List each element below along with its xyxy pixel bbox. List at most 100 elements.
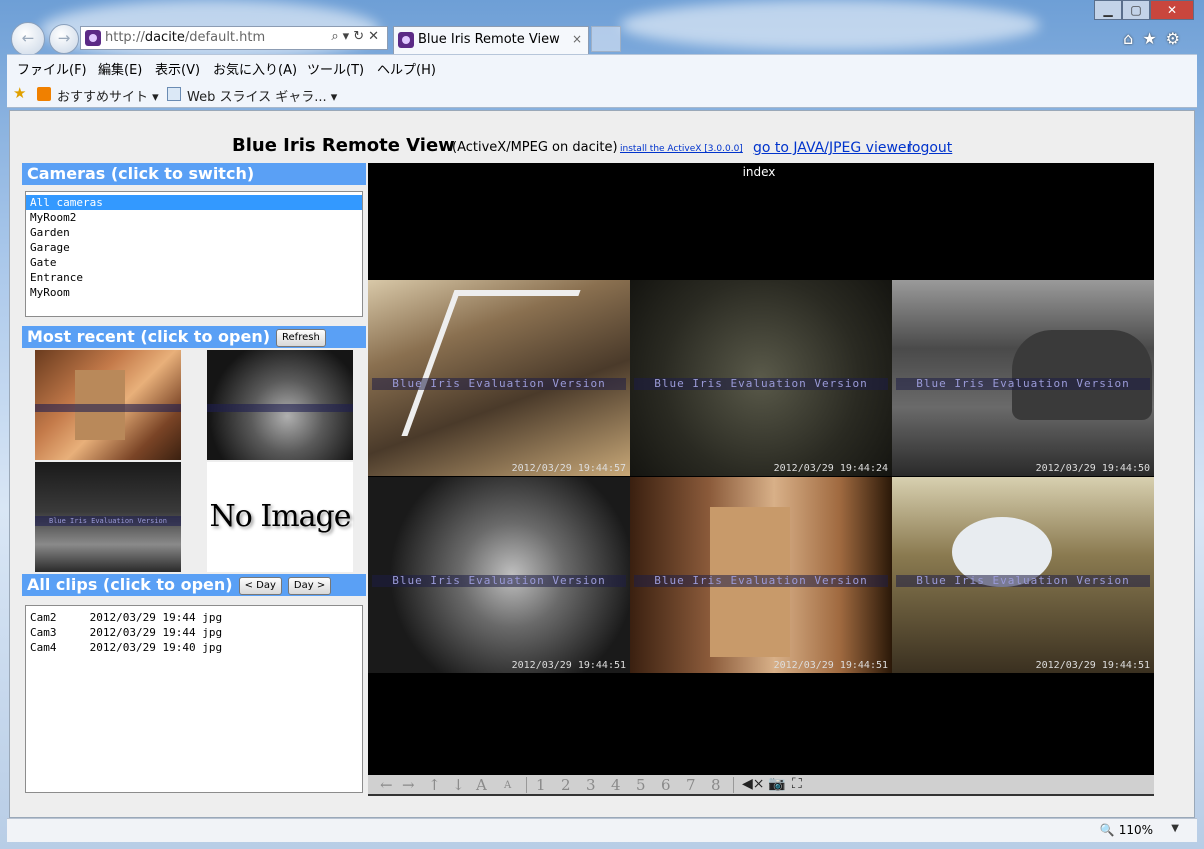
eval-watermark: Blue Iris Evaluation Version [634,575,888,587]
camera-timestamp: 2012/03/29 19:44:57 [511,463,626,474]
camera-viewer[interactable]: index Blue Iris Evaluation Version 2012/… [368,163,1154,796]
pan-up-button[interactable]: ↑ [428,776,441,794]
clip-camera: Cam3 [30,626,57,639]
menu-edit[interactable]: 編集(E) [98,59,142,78]
fullscreen-icon[interactable]: ⛶ [792,776,802,792]
preset-1-button[interactable]: 1 [536,776,546,794]
address-url[interactable]: http://dacite/default.htm [105,30,265,45]
address-bar[interactable]: http://dacite/default.htm ⌕▾↻✕ [80,26,388,50]
zoom-value: 110% [1118,823,1153,837]
close-window-button[interactable]: ✕ [1150,0,1194,20]
menu-view[interactable]: 表示(V) [155,59,200,78]
no-image-placeholder[interactable]: No Image [207,462,353,572]
clip-row[interactable]: Cam4 2012/03/29 19:40 jpg [26,640,362,655]
camera-cell[interactable]: Blue Iris Evaluation Version 2012/03/29 … [368,477,630,673]
forward-button[interactable]: → [49,24,79,54]
recent-thumbnail[interactable]: Blue Iris Evaluation Version [35,462,181,572]
recent-thumbnail[interactable] [35,350,181,460]
url-path: /default.htm [184,30,266,45]
favorites-bar: ★ おすすめサイト ▾ Web スライス ギャラ... ▾ [7,80,1197,108]
zoom-out-button[interactable]: A [504,780,511,791]
minimize-button[interactable]: ▁ [1094,0,1122,20]
eval-watermark: Blue Iris Evaluation Version [372,575,626,587]
stop-icon[interactable]: ✕ [368,29,383,44]
zoom-dropdown-icon[interactable]: ▼ [1171,823,1179,834]
prev-day-button[interactable]: < Day [238,576,282,595]
zoom-icon: 🔍 [1099,823,1115,837]
star-icon[interactable]: ★ [1142,29,1165,48]
menu-help[interactable]: ヘルプ(H) [377,59,436,78]
refresh-button[interactable]: Refresh [276,328,326,347]
camera-item-garden[interactable]: Garden [26,225,362,240]
camera-timestamp: 2012/03/29 19:44:24 [773,463,888,474]
menu-file[interactable]: ファイル(F) [17,59,87,78]
zoom-level[interactable]: 🔍 110% [1100,823,1153,837]
preset-5-button[interactable]: 5 [636,776,646,794]
home-icon[interactable]: ⌂ [1123,29,1142,48]
install-activex-link[interactable]: install the ActiveX [3.0.0.0] [620,144,743,154]
tab-blue-iris[interactable]: Blue Iris Remote View × [393,26,589,54]
tab-close-icon[interactable]: × [572,32,582,46]
thumb-eval-bar [207,404,353,412]
camera-item-garage[interactable]: Garage [26,240,362,255]
gear-icon[interactable]: ⚙ [1166,29,1189,48]
cell-car-shape [1012,330,1152,420]
preset-4-button[interactable]: 4 [611,776,621,794]
menu-tools[interactable]: ツール(T) [307,59,364,78]
maximize-button[interactable]: ▢ [1122,0,1150,20]
camera-timestamp: 2012/03/29 19:44:51 [1035,660,1150,671]
menu-bar: ファイル(F) 編集(E) 表示(V) お気に入り(A) ツール(T) ヘルプ(… [7,54,1197,80]
recent-header: Most recent (click to open) Refresh [22,326,366,348]
favorites-star-icon[interactable]: ★ [13,84,26,102]
refresh-icon[interactable]: ↻ [353,29,368,44]
camera-cell[interactable]: Blue Iris Evaluation Version 2012/03/29 … [368,280,630,476]
clips-header-label: All clips (click to open) [27,575,233,594]
address-actions: ⌕▾↻✕ [331,29,383,44]
clip-type: jpg [202,641,223,654]
clips-list[interactable]: Cam2 2012/03/29 19:44 jpg Cam3 2012/03/2… [25,605,363,793]
camera-snapshot-icon[interactable]: 📷 [768,776,785,792]
clip-row[interactable]: Cam2 2012/03/29 19:44 jpg [26,610,362,625]
tab-title: Blue Iris Remote View [418,32,560,47]
suggested-sites-link[interactable]: おすすめサイト ▾ [57,86,159,105]
camera-item-entrance[interactable]: Entrance [26,270,362,285]
camera-cell[interactable]: Blue Iris Evaluation Version 2012/03/29 … [630,477,892,673]
camera-item-myroom[interactable]: MyRoom [26,285,362,300]
browser-toolbar: ← → http://dacite/default.htm ⌕▾↻✕ Blue … [7,0,1197,56]
new-tab-button[interactable] [591,26,621,52]
preset-3-button[interactable]: 3 [586,776,596,794]
clip-type: jpg [202,626,223,639]
pan-down-button[interactable]: ↓ [452,776,465,794]
mute-icon[interactable]: ◀× [742,776,765,792]
back-button[interactable]: ← [11,22,45,56]
clip-row[interactable]: Cam3 2012/03/29 19:44 jpg [26,625,362,640]
camera-cell[interactable]: Blue Iris Evaluation Version 2012/03/29 … [630,280,892,476]
pan-left-button[interactable]: ← [380,776,393,794]
camera-cell[interactable]: Blue Iris Evaluation Version 2012/03/29 … [892,280,1154,476]
java-viewer-link[interactable]: go to JAVA/JPEG viewer [753,140,912,156]
preset-6-button[interactable]: 6 [661,776,671,794]
clip-camera: Cam2 [30,611,57,624]
cameras-header-label: Cameras (click to switch) [27,164,255,183]
preset-8-button[interactable]: 8 [711,776,721,794]
camera-cell[interactable]: Blue Iris Evaluation Version 2012/03/29 … [892,477,1154,673]
zoom-in-button[interactable]: A [476,776,487,794]
next-day-button[interactable]: Day > [287,576,332,595]
recent-thumbnail[interactable] [207,350,353,460]
camera-list[interactable]: All cameras MyRoom2 Garden Garage Gate E… [25,191,363,317]
pan-right-button[interactable]: → [402,776,415,794]
menu-favorites[interactable]: お気に入り(A) [213,59,297,78]
camera-item-gate[interactable]: Gate [26,255,362,270]
preset-2-button[interactable]: 2 [561,776,571,794]
dropdown-icon[interactable]: ▾ [343,29,354,44]
forward-arrow-icon: → [57,29,71,47]
camera-item-myroom2[interactable]: MyRoom2 [26,210,362,225]
preset-7-button[interactable]: 7 [686,776,696,794]
page-title: Blue Iris Remote View [232,135,455,156]
camera-item-all[interactable]: All cameras [26,195,362,210]
search-icon[interactable]: ⌕ [331,29,342,44]
clip-type: jpg [202,611,223,624]
viewer-controls: ← → ↑ ↓ A A 1 2 3 4 5 6 7 8 ◀× 📷 ⛶ [368,775,1154,796]
logout-link[interactable]: logout [908,140,952,156]
web-slice-gallery-link[interactable]: Web スライス ギャラ... ▾ [187,86,337,105]
